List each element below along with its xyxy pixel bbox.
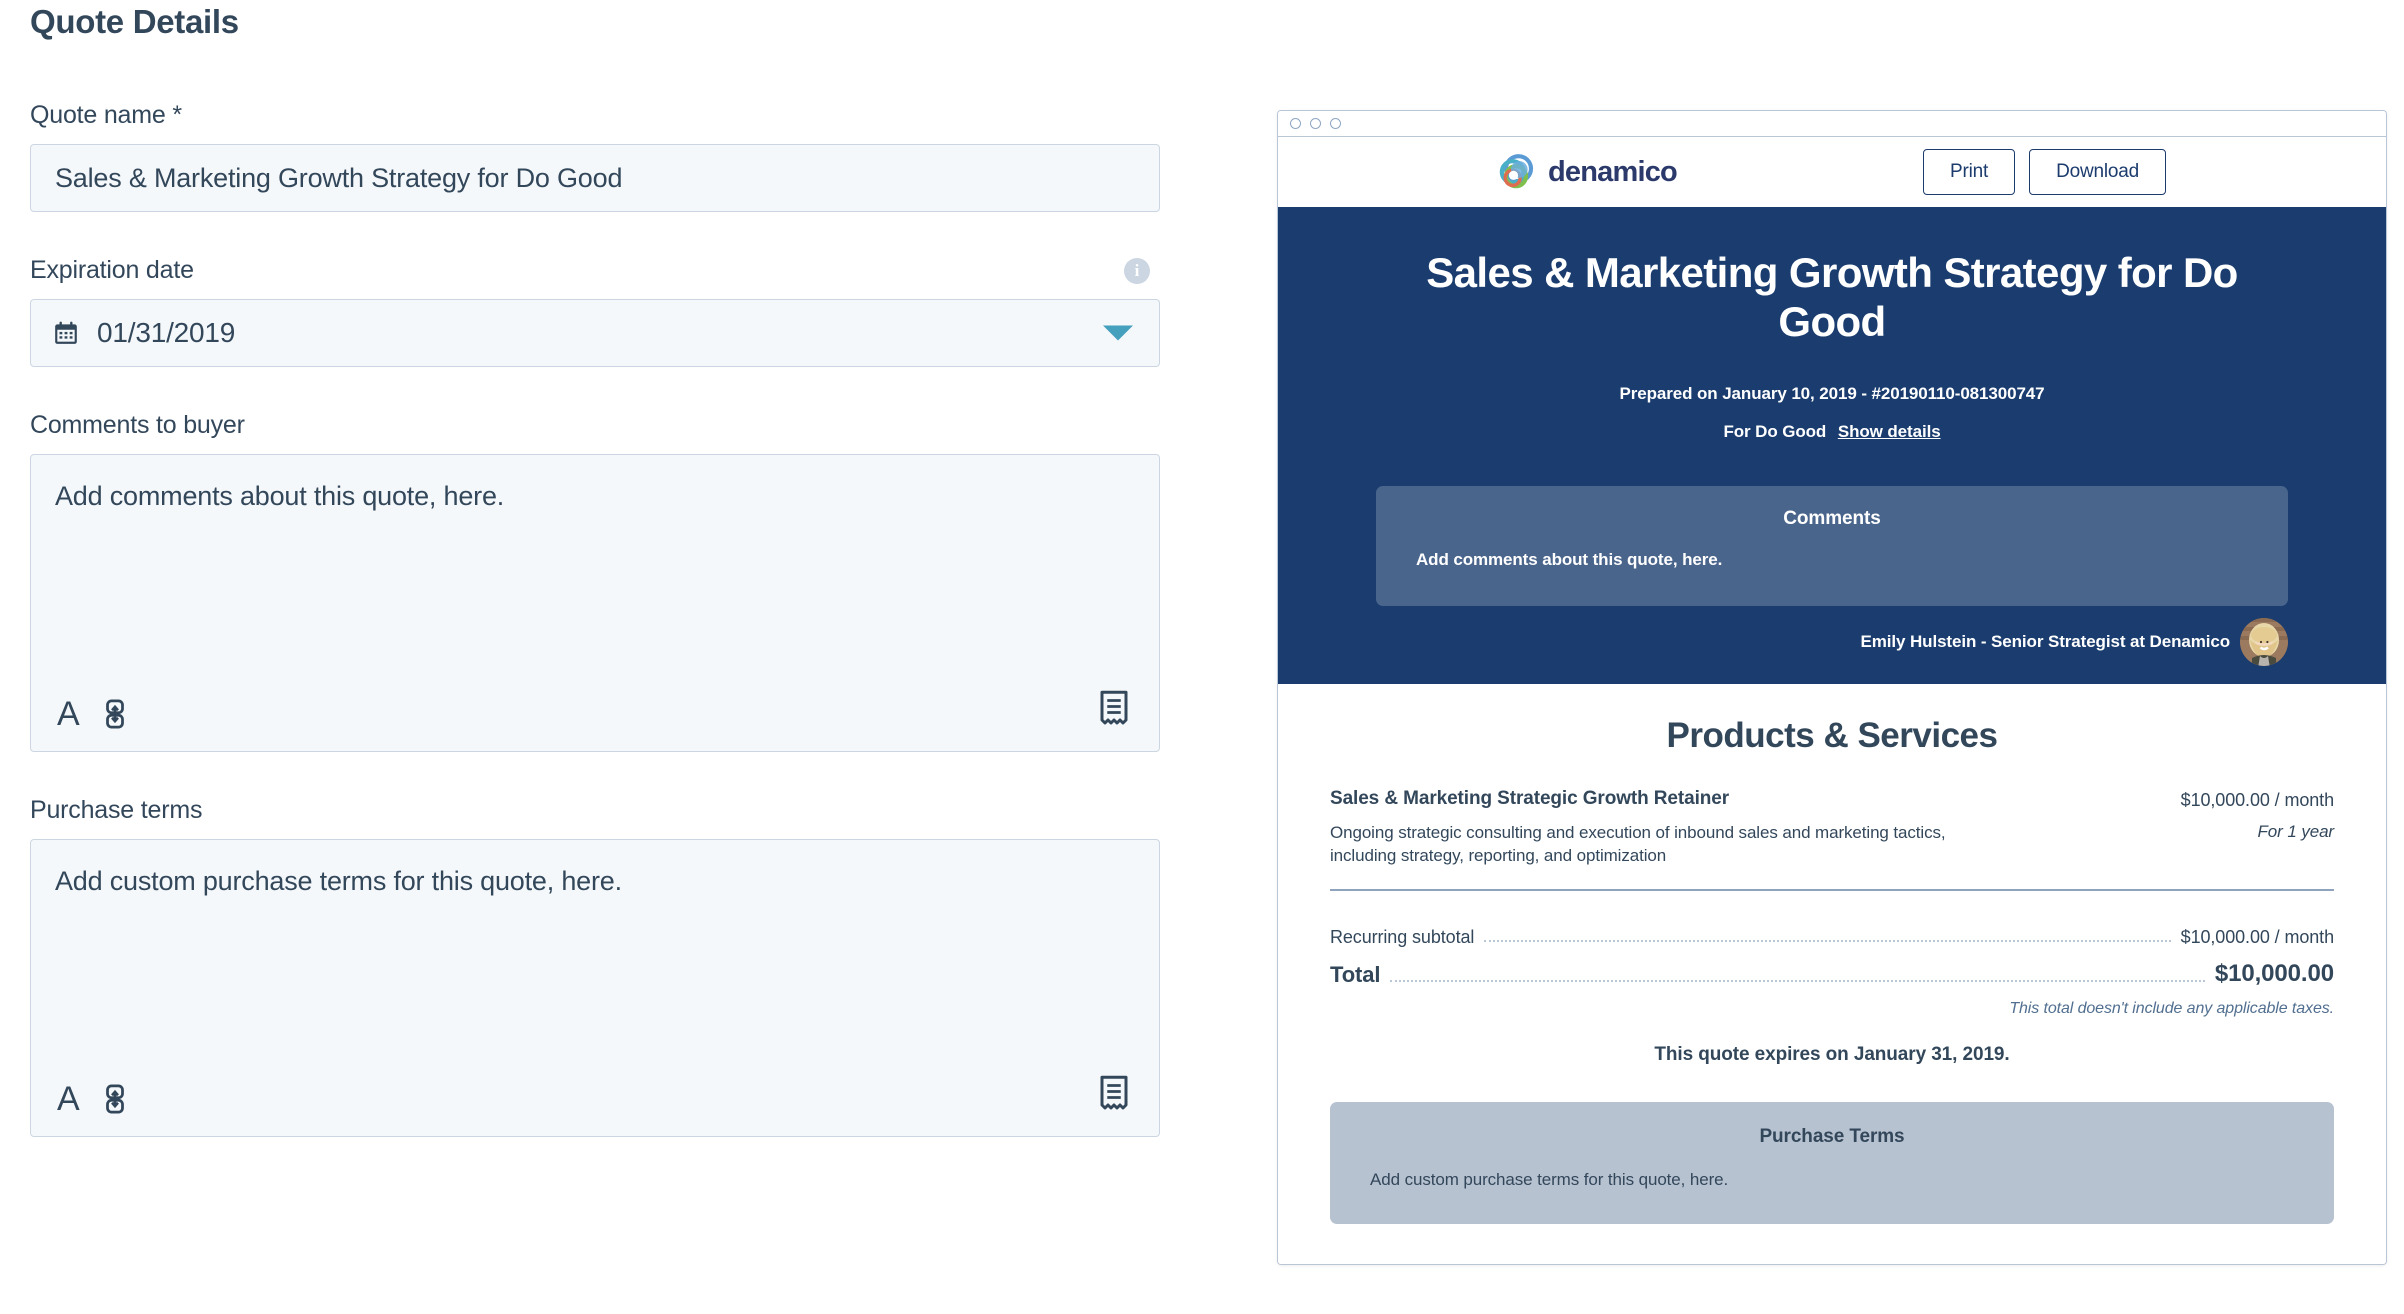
browser-frame: denamico Print Download Sales & Marketin… <box>1277 110 2387 1266</box>
comments-to-buyer-label: Comments to buyer <box>30 411 245 439</box>
info-icon[interactable]: i <box>1124 257 1150 284</box>
snippet-icon[interactable] <box>1097 1075 1131 1111</box>
font-format-icon[interactable]: A <box>57 1082 80 1116</box>
dotted-leader <box>1484 940 2171 943</box>
comments-to-buyer-textarea[interactable]: Add comments about this quote, here. A <box>30 454 1160 752</box>
line-item-name: Sales & Marketing Strategic Growth Retai… <box>1330 788 1730 810</box>
quote-name-value: Sales & Marketing Growth Strategy for Do… <box>55 162 623 193</box>
browser-titlebar <box>1278 111 2386 137</box>
subtotal-label: Recurring subtotal <box>1330 927 1475 948</box>
window-dot-close[interactable] <box>1290 118 1301 129</box>
total-row-subtotal: Recurring subtotal $10,000.00 / month <box>1330 927 2334 948</box>
quote-prepared-line: Prepared on January 10, 2019 - #20190110… <box>1619 384 2045 404</box>
total-value: $10,000.00 <box>2214 960 2334 988</box>
quote-name-label: Quote name * <box>30 101 182 129</box>
purchase-terms-textarea[interactable]: Add custom purchase terms for this quote… <box>30 839 1160 1137</box>
purchase-terms-placeholder: Add custom purchase terms for this quote… <box>55 866 622 896</box>
quote-details-form: Quote Details Quote name * Sales & Marke… <box>0 0 1200 1314</box>
show-details-link[interactable]: Show details <box>1838 422 1941 441</box>
quote-for-label: For Do Good <box>1723 422 1827 442</box>
avatar-image <box>2240 618 2288 667</box>
quote-topbar: denamico Print Download <box>1278 137 2386 207</box>
quote-name-input[interactable]: Sales & Marketing Growth Strategy for Do… <box>30 144 1160 212</box>
total-row-grand: Total $10,000.00 <box>1330 960 2334 988</box>
subtotal-value: $10,000.00 / month <box>2180 927 2334 948</box>
expires-note: This quote expires on January 31, 2019. <box>1654 1044 2010 1066</box>
brand-wordmark: denamico <box>1548 155 1678 188</box>
quote-hero-title: Sales & Marketing Growth Strategy for Do… <box>1426 249 2238 345</box>
quote-body: Products & Services Sales & Marketing St… <box>1278 684 2386 1265</box>
link-icon[interactable] <box>102 1084 128 1114</box>
line-item-term: For 1 year <box>2257 822 2335 842</box>
tax-note: This total doesn't include any applicabl… <box>2009 1000 2334 1018</box>
brand-logo: denamico <box>1496 152 1678 192</box>
window-dot-maximize[interactable] <box>1330 118 1341 129</box>
snippet-icon[interactable] <box>1097 690 1131 726</box>
field-quote-name: Quote name * Sales & Marketing Growth St… <box>30 101 1170 212</box>
avatar <box>2240 618 2288 667</box>
quote-totals: Recurring subtotal $10,000.00 / month To… <box>1330 927 2334 1066</box>
dotted-leader <box>1390 980 2205 983</box>
preview-comments-body: Add comments about this quote, here. <box>1416 550 1723 570</box>
line-item: Sales & Marketing Strategic Growth Retai… <box>1330 788 2334 867</box>
quote-rep-row: Emily Hulstein - Senior Strategist at De… <box>1324 606 2340 684</box>
expiration-date-label: Expiration date <box>30 256 194 284</box>
quote-for-line: For Do Good Show details <box>1324 422 2340 442</box>
preview-terms-title: Purchase Terms <box>1759 1126 1905 1148</box>
expiration-date-input[interactable]: 01/31/2019 <box>30 299 1160 367</box>
purchase-terms-snippet-tool <box>1097 1075 1131 1116</box>
chevron-down-icon[interactable] <box>1103 325 1133 341</box>
expiration-date-value: 01/31/2019 <box>97 317 236 348</box>
line-item-description: Ongoing strategic consulting and executi… <box>1330 823 1946 865</box>
field-expiration-date: Expiration date i 01/31/2019 <box>30 256 1170 367</box>
preview-comments-title: Comments <box>1783 508 1881 530</box>
print-button[interactable]: Print <box>1923 149 2016 195</box>
download-button[interactable]: Download <box>2029 149 2166 195</box>
calendar-icon <box>55 321 77 344</box>
window-dot-minimize[interactable] <box>1310 118 1321 129</box>
preview-terms-card: Purchase Terms Add custom purchase terms… <box>1330 1102 2334 1225</box>
products-section-title: Products & Services <box>1666 716 1998 756</box>
preview-comments-card: Comments Add comments about this quote, … <box>1376 486 2288 607</box>
link-icon[interactable] <box>102 699 128 729</box>
expiration-label-row: Expiration date i <box>30 256 1160 285</box>
purchase-terms-toolbar: A <box>57 1082 128 1116</box>
comments-toolbar: A <box>57 697 128 731</box>
quote-preview-panel: denamico Print Download Sales & Marketin… <box>1277 110 2387 1266</box>
line-item-price: $10,000.00 / month <box>2180 790 2334 811</box>
field-comments-to-buyer: Comments to buyer Add comments about thi… <box>30 411 1170 752</box>
denamico-logo-icon <box>1499 154 1534 189</box>
field-purchase-terms: Purchase terms Add custom purchase terms… <box>30 796 1170 1137</box>
total-label: Total <box>1330 962 1381 988</box>
quote-hero: Sales & Marketing Growth Strategy for Do… <box>1278 207 2386 685</box>
quote-actions: Print Download <box>1923 149 2166 195</box>
font-format-icon[interactable]: A <box>57 697 80 731</box>
line-item-left: Sales & Marketing Strategic Growth Retai… <box>1330 788 1990 867</box>
preview-terms-body: Add custom purchase terms for this quote… <box>1370 1170 1729 1190</box>
line-item-right: $10,000.00 / month For 1 year <box>2181 788 2334 867</box>
comments-placeholder: Add comments about this quote, here. <box>55 481 505 511</box>
comments-snippet-tool <box>1097 690 1131 731</box>
purchase-terms-label: Purchase terms <box>30 796 203 824</box>
line-item-divider <box>1330 889 2334 892</box>
rep-name: Emily Hulstein - Senior Strategist at De… <box>1860 632 2231 652</box>
page-title: Quote Details <box>30 3 239 40</box>
